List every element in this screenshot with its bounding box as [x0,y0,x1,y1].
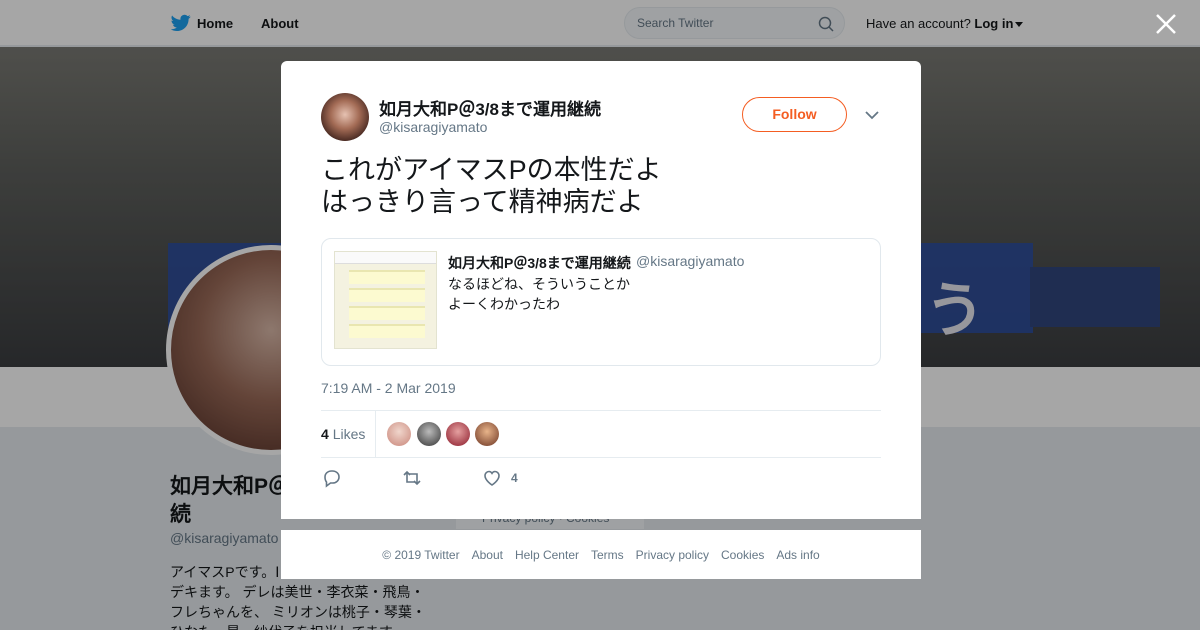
liker-avatar[interactable] [417,422,441,446]
quoted-author-name: 如月大和P＠3/8まで運用継続 [448,255,631,271]
thumbnail-header [335,252,436,264]
quoted-author-handle: @kisaragiyamato [636,253,745,269]
reply-icon[interactable] [321,467,343,489]
author-avatar[interactable] [321,93,369,141]
retweet-icon[interactable] [401,467,423,489]
likes-label: Likes [332,426,366,442]
tweet-text: これがアイマスPの本性だよ はっきり言って精神病だよ [321,155,662,217]
footer-link-cookies[interactable]: Cookies [721,548,764,562]
tweet-stats: 4 Likes [321,410,881,458]
modal-footer: © 2019 Twitter About Help Center Terms P… [281,530,921,579]
quoted-tweet-text: なるほどね、そういうことか よーくわかったわ [448,276,630,312]
stats-divider [375,411,376,457]
footer-link-ads-info[interactable]: Ads info [776,548,819,562]
like-count: 4 [511,471,518,485]
liker-avatar[interactable] [446,422,470,446]
thumbnail-row [349,288,425,302]
thumbnail-row [349,306,425,320]
thumbnail-row [349,324,425,338]
tweet-modal: 如月大和P＠3/8まで運用継続 @kisaragiyamato Follow こ… [281,61,921,519]
quoted-tweet[interactable]: 如月大和P＠3/8まで運用継続 @kisaragiyamato なるほどね、そう… [321,238,881,366]
footer-link-terms[interactable]: Terms [591,548,624,562]
tweet-actions: 4 [321,467,881,491]
modal-overlay-top [0,0,1200,47]
heart-icon[interactable] [481,467,503,489]
footer-links: © 2019 Twitter About Help Center Terms P… [281,548,921,562]
chevron-down-icon[interactable] [864,109,880,121]
liker-avatar[interactable] [475,422,499,446]
close-icon[interactable] [1154,12,1178,36]
follow-button[interactable]: Follow [742,97,847,132]
likes-number: 4 [321,426,329,442]
author-name[interactable]: 如月大和P＠3/8まで運用継続 [379,95,601,120]
author-handle[interactable]: @kisaragiyamato [379,119,487,135]
footer-copyright: © 2019 Twitter [382,548,460,562]
footer-link-privacy[interactable]: Privacy policy [636,548,709,562]
tweet-timestamp[interactable]: 7:19 AM - 2 Mar 2019 [321,380,456,396]
liker-avatar[interactable] [387,422,411,446]
likes-stat[interactable]: 4 Likes [321,426,365,442]
footer-link-about[interactable]: About [472,548,503,562]
footer-link-help-center[interactable]: Help Center [515,548,579,562]
thumbnail-row [349,270,425,284]
quoted-tweet-thumbnail[interactable] [334,251,437,349]
